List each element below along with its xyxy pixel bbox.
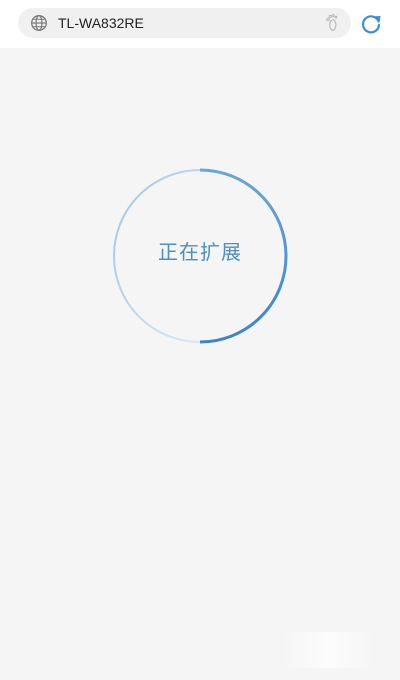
- expanding-status-text: 正在扩展: [158, 240, 242, 264]
- footprint-icon[interactable]: [320, 13, 340, 33]
- refresh-icon[interactable]: [359, 12, 383, 36]
- globe-icon: [31, 15, 47, 31]
- browser-toolbar: TL-WA832RE: [0, 0, 400, 48]
- address-bar[interactable]: TL-WA832RE: [18, 8, 351, 38]
- watermark: [282, 632, 376, 668]
- address-text: TL-WA832RE: [58, 15, 144, 31]
